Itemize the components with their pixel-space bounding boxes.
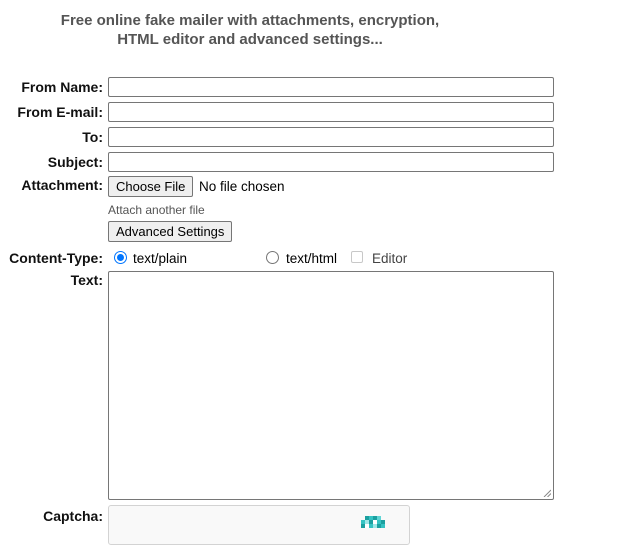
captcha-widget[interactable]: [108, 505, 410, 545]
subject-input[interactable]: [108, 152, 554, 172]
text-label: Text:: [70, 272, 103, 288]
to-input[interactable]: [108, 127, 554, 147]
recaptcha-icon: [361, 516, 385, 528]
from-name-input[interactable]: [108, 77, 554, 97]
radio-text-html[interactable]: [266, 251, 279, 264]
no-file-chosen-text: No file chosen: [199, 179, 285, 194]
from-name-label: From Name:: [21, 79, 103, 95]
attach-another-file-link[interactable]: Attach another file: [108, 203, 205, 217]
advanced-settings-button[interactable]: Advanced Settings: [108, 221, 233, 242]
to-label: To:: [82, 129, 103, 145]
message-textarea[interactable]: [108, 271, 554, 500]
resize-grip-icon[interactable]: [543, 489, 551, 497]
page-header: Free online fake mailer with attachments…: [0, 11, 500, 49]
captcha-label: Captcha:: [43, 508, 103, 524]
from-email-input[interactable]: [108, 102, 554, 122]
content-type-label: Content-Type:: [9, 250, 103, 266]
radio-text-plain-label: text/plain: [133, 251, 188, 266]
editor-checkbox-label: Editor: [372, 251, 408, 266]
radio-text-html-label: text/html: [286, 251, 338, 266]
header-line-2: HTML editor and advanced settings...: [117, 31, 383, 48]
from-email-label: From E-mail:: [17, 104, 103, 120]
header-line-1: Free online fake mailer with attachments…: [60, 12, 440, 29]
attachment-label: Attachment:: [21, 177, 103, 193]
subject-label: Subject:: [47, 154, 103, 170]
editor-checkbox[interactable]: [351, 251, 363, 263]
choose-file-button[interactable]: Choose File: [108, 176, 194, 197]
radio-text-plain[interactable]: [114, 251, 127, 264]
